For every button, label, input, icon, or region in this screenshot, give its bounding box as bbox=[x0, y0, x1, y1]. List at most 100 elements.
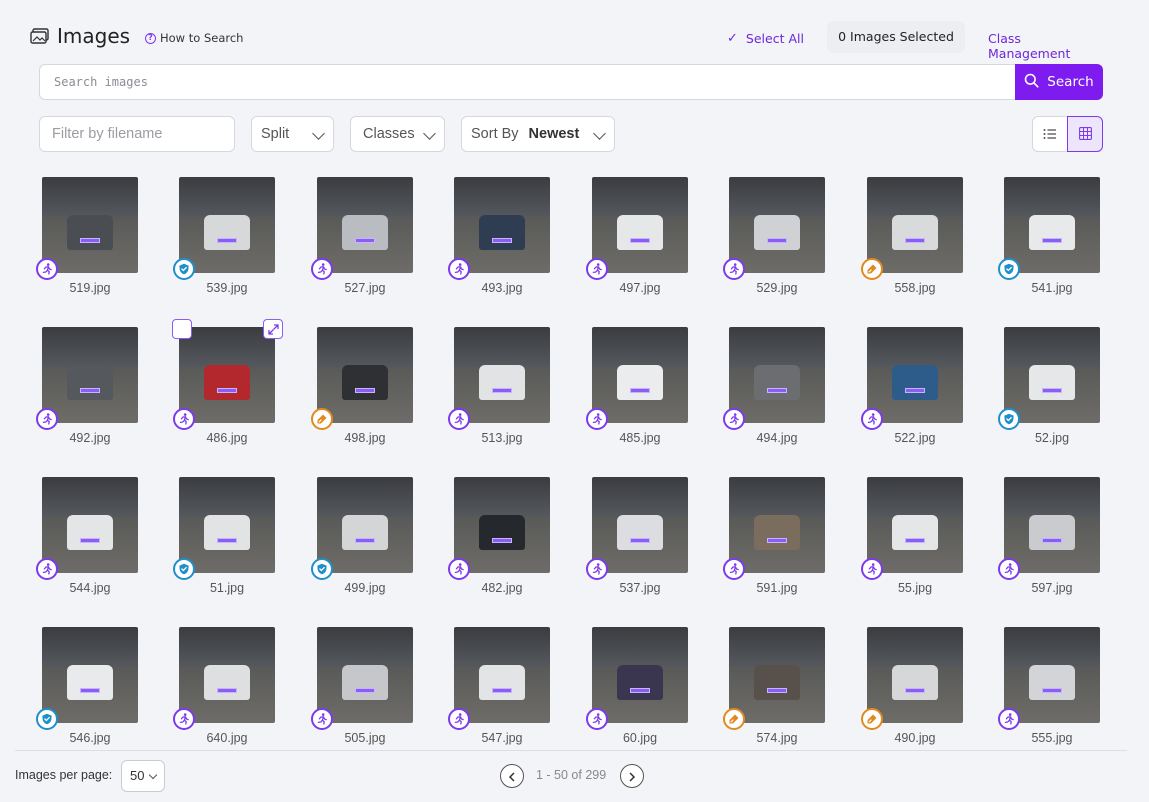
filter-bar: Split Classes Sort By Newest bbox=[0, 116, 1149, 152]
license-plate-annotation bbox=[80, 388, 100, 394]
train-split-icon bbox=[998, 558, 1020, 580]
search-input[interactable] bbox=[39, 64, 1016, 100]
image-tile[interactable]: 51.jpg bbox=[173, 477, 275, 597]
image-tile[interactable]: 486.jpg bbox=[172, 319, 283, 447]
image-thumbnail[interactable] bbox=[179, 327, 275, 423]
image-tile[interactable]: 558.jpg bbox=[861, 177, 963, 297]
license-plate-annotation bbox=[767, 538, 787, 544]
image-thumbnail[interactable] bbox=[729, 327, 825, 423]
image-tile[interactable]: 539.jpg bbox=[173, 177, 275, 297]
select-all-button[interactable]: ✓ Select All bbox=[727, 31, 804, 46]
image-thumbnail[interactable] bbox=[1004, 327, 1100, 423]
image-tile[interactable]: 522.jpg bbox=[861, 327, 963, 447]
image-thumbnail[interactable] bbox=[592, 627, 688, 723]
image-tile[interactable]: 529.jpg bbox=[723, 177, 825, 297]
image-tile[interactable]: 527.jpg bbox=[311, 177, 413, 297]
image-tile[interactable]: 555.jpg bbox=[998, 627, 1100, 747]
image-thumbnail[interactable] bbox=[592, 327, 688, 423]
image-tile[interactable]: 546.jpg bbox=[36, 627, 138, 747]
image-tile[interactable]: 640.jpg bbox=[173, 627, 275, 747]
image-tile[interactable]: 482.jpg bbox=[448, 477, 550, 597]
next-page-button[interactable] bbox=[620, 764, 644, 788]
image-thumbnail[interactable] bbox=[42, 477, 138, 573]
image-tile[interactable]: 499.jpg bbox=[311, 477, 413, 597]
image-tile[interactable]: 493.jpg bbox=[448, 177, 550, 297]
image-tile[interactable]: 591.jpg bbox=[723, 477, 825, 597]
image-thumbnail[interactable] bbox=[317, 627, 413, 723]
image-tile[interactable]: 498.jpg bbox=[311, 327, 413, 447]
pagination-footer: Images per page: 50 1 - 50 of 299 bbox=[15, 750, 1127, 802]
image-tile[interactable]: 52.jpg bbox=[998, 327, 1100, 447]
image-thumbnail[interactable] bbox=[179, 477, 275, 573]
image-tile[interactable]: 537.jpg bbox=[586, 477, 688, 597]
image-thumbnail[interactable] bbox=[1004, 177, 1100, 273]
image-tile[interactable]: 513.jpg bbox=[448, 327, 550, 447]
previous-page-button[interactable] bbox=[500, 764, 524, 788]
image-thumbnail[interactable] bbox=[454, 477, 550, 573]
image-thumbnail[interactable] bbox=[729, 477, 825, 573]
image-thumbnail[interactable] bbox=[317, 477, 413, 573]
filename-filter-input[interactable] bbox=[39, 116, 235, 152]
image-thumbnail[interactable] bbox=[867, 627, 963, 723]
image-filename: 519.jpg bbox=[69, 281, 111, 295]
image-tile[interactable]: 544.jpg bbox=[36, 477, 138, 597]
image-tile[interactable]: 490.jpg bbox=[861, 627, 963, 747]
image-tile[interactable]: 597.jpg bbox=[998, 477, 1100, 597]
image-thumbnail[interactable] bbox=[317, 327, 413, 423]
image-thumbnail[interactable] bbox=[592, 177, 688, 273]
image-tile[interactable]: 494.jpg bbox=[723, 327, 825, 447]
image-thumbnail[interactable] bbox=[867, 477, 963, 573]
thumbnail-sky bbox=[867, 477, 963, 518]
image-tile[interactable]: 55.jpg bbox=[861, 477, 963, 597]
sort-dropdown[interactable]: Sort By Newest bbox=[461, 116, 615, 152]
image-filename: 539.jpg bbox=[206, 281, 248, 295]
image-thumbnail[interactable] bbox=[42, 327, 138, 423]
image-thumbnail[interactable] bbox=[317, 177, 413, 273]
image-thumbnail[interactable] bbox=[729, 627, 825, 723]
image-thumbnail[interactable] bbox=[592, 477, 688, 573]
image-thumbnail[interactable] bbox=[454, 327, 550, 423]
expand-icon[interactable] bbox=[263, 319, 283, 339]
classes-dropdown[interactable]: Classes bbox=[350, 116, 445, 152]
test-split-icon bbox=[723, 708, 745, 730]
image-tile[interactable]: 497.jpg bbox=[586, 177, 688, 297]
thumbnail-car bbox=[616, 515, 664, 550]
class-management-link[interactable]: Class Management bbox=[988, 31, 1103, 61]
image-thumbnail[interactable] bbox=[454, 627, 550, 723]
image-grid: 519.jpg 539.jpg 527.jpg 493.jpg 497.jpg 529.j… bbox=[0, 0, 1149, 750]
image-filename: 494.jpg bbox=[756, 431, 798, 445]
thumbnail-car bbox=[891, 515, 939, 550]
image-tile[interactable]: 485.jpg bbox=[586, 327, 688, 447]
select-image-checkbox[interactable] bbox=[172, 319, 192, 339]
grid-view-button[interactable] bbox=[1067, 116, 1103, 152]
thumbnail-sky bbox=[42, 177, 138, 218]
how-to-search-link[interactable]: ? How to Search bbox=[145, 31, 243, 45]
image-thumbnail[interactable] bbox=[179, 177, 275, 273]
per-page-select[interactable]: 50 bbox=[121, 760, 165, 792]
image-tile[interactable]: 574.jpg bbox=[723, 627, 825, 747]
image-tile[interactable]: 519.jpg bbox=[36, 177, 138, 297]
train-split-icon bbox=[586, 708, 608, 730]
image-thumbnail[interactable] bbox=[179, 627, 275, 723]
train-split-icon bbox=[36, 408, 58, 430]
image-thumbnail[interactable] bbox=[729, 177, 825, 273]
image-thumbnail[interactable] bbox=[867, 177, 963, 273]
train-split-icon bbox=[586, 558, 608, 580]
image-tile[interactable]: 492.jpg bbox=[36, 327, 138, 447]
image-thumbnail[interactable] bbox=[42, 177, 138, 273]
image-tile[interactable]: 60.jpg bbox=[586, 627, 688, 747]
image-thumbnail[interactable] bbox=[454, 177, 550, 273]
image-tile[interactable]: 547.jpg bbox=[448, 627, 550, 747]
list-view-button[interactable] bbox=[1032, 116, 1068, 152]
image-thumbnail[interactable] bbox=[867, 327, 963, 423]
thumbnail-sky bbox=[179, 627, 275, 668]
train-split-icon bbox=[173, 708, 195, 730]
image-tile[interactable]: 541.jpg bbox=[998, 177, 1100, 297]
image-thumbnail[interactable] bbox=[1004, 627, 1100, 723]
image-thumbnail[interactable] bbox=[1004, 477, 1100, 573]
image-thumbnail[interactable] bbox=[42, 627, 138, 723]
license-plate-annotation bbox=[767, 238, 787, 244]
image-tile[interactable]: 505.jpg bbox=[311, 627, 413, 747]
split-dropdown[interactable]: Split bbox=[251, 116, 334, 152]
search-button[interactable]: Search bbox=[1015, 64, 1103, 100]
